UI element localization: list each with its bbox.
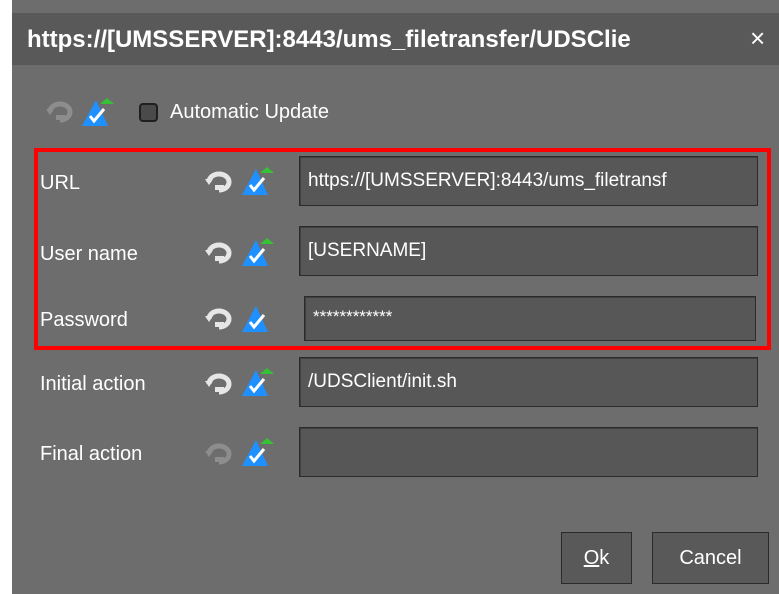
update-icon[interactable] [240,366,276,398]
final-action-label: Final action [40,443,143,465]
highlight-box [34,148,771,350]
ok-mnemonic: O [583,547,600,569]
title-bar: https://[UMSSERVER]:8443/ums_filetransfe… [12,13,779,65]
initial-action-label: Initial action [40,373,146,395]
ok-button[interactable]: Ok [561,532,632,584]
final-action-input[interactable] [299,427,758,477]
update-icon[interactable] [240,436,276,468]
rollback-icon[interactable] [205,372,233,396]
update-icon[interactable] [80,96,116,128]
dialog-title: https://[UMSSERVER]:8443/ums_filetransfe… [27,26,631,53]
rollback-icon [205,443,232,465]
close-icon[interactable]: × [750,23,765,53]
cancel-button[interactable]: Cancel [652,532,769,584]
initial-action-input[interactable]: /UDSClient/init.sh [299,357,758,407]
rollback-icon [46,101,73,123]
automatic-update-checkbox[interactable] [139,103,158,122]
automatic-update-label: Automatic Update [170,101,329,123]
dialog: https://[UMSSERVER]:8443/ums_filetransfe… [12,0,779,594]
ok-label: k [599,547,610,569]
